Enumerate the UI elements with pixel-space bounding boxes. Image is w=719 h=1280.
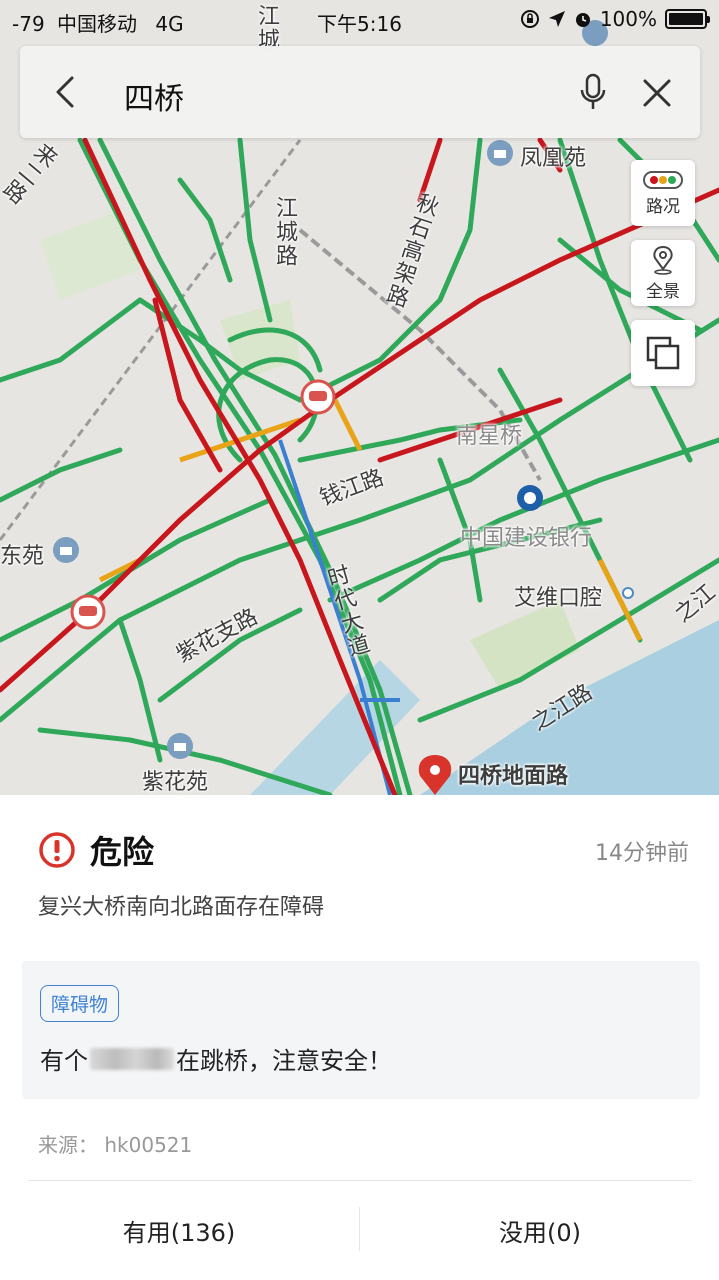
danger-icon: [39, 832, 75, 868]
back-arrow-icon[interactable]: [48, 74, 84, 110]
event-tag: 障碍物: [40, 985, 120, 1022]
traffic-camera-marker: [70, 594, 106, 630]
poi-label-siqiao-ground-road[interactable]: 四桥地面路: [458, 758, 568, 790]
poi-label-ccb[interactable]: 中国建设银行: [460, 520, 592, 552]
road-label-jiangcheng: 江城路: [272, 196, 297, 268]
traffic-toggle-button[interactable]: 路况: [631, 160, 695, 226]
battery-icon: [665, 9, 710, 29]
poi-label-aiwei-dental[interactable]: 艾维口腔: [514, 580, 602, 612]
status-bar: -79 中国移动 4G 下午5:16 100%: [0, 0, 719, 40]
battery-percent: 100%: [599, 7, 657, 31]
event-source: 来源： hk00521: [38, 1133, 193, 1157]
event-time: 14分钟前: [595, 841, 689, 866]
event-header: 危险: [38, 827, 154, 873]
redacted-text: [90, 1047, 174, 1070]
event-report-card: 障碍物 有个 在跳桥，注意安全！: [22, 961, 700, 1099]
location-arrow-icon: [548, 11, 565, 27]
not-useful-button[interactable]: 没用(0): [361, 1195, 719, 1265]
alarm-icon: [575, 13, 590, 27]
button-divider: [359, 1207, 360, 1251]
residential-icon: [53, 537, 79, 563]
overview-button[interactable]: 全景: [631, 240, 695, 306]
poi-label-nanxingqiao[interactable]: 南星桥: [456, 418, 522, 450]
residential-icon: [487, 140, 513, 166]
divider: [28, 1180, 692, 1181]
poi-label-fenghuangyuan[interactable]: 凤凰苑: [520, 140, 586, 172]
rotation-lock-icon: [520, 10, 539, 28]
traffic-camera-marker: [300, 379, 336, 415]
traffic-light-icon: [643, 170, 683, 189]
useful-button[interactable]: 有用(136): [0, 1195, 358, 1265]
layers-icon: [646, 336, 680, 370]
event-description: 复兴大桥南向北路面存在障碍: [38, 895, 325, 920]
traffic-label: 路况: [646, 196, 680, 217]
poi-label-dongyuan[interactable]: 东苑: [0, 538, 44, 570]
layers-button[interactable]: [631, 320, 695, 386]
search-bar[interactable]: 四桥: [20, 46, 700, 138]
bank-icon: [517, 485, 543, 511]
microphone-icon[interactable]: [578, 72, 608, 112]
overview-pin-icon: [653, 245, 673, 275]
residential-icon: [167, 733, 193, 759]
event-message-suffix: 在跳桥，注意安全！: [176, 1047, 392, 1075]
overview-label: 全景: [646, 281, 680, 302]
poi-label-zihuayuan[interactable]: 紫花苑: [142, 764, 208, 795]
status-right: 100%: [520, 7, 710, 31]
event-detail-panel: 危险 14分钟前 复兴大桥南向北路面存在障碍 障碍物 有个 在跳桥，注意安全！ …: [0, 795, 719, 1280]
search-query[interactable]: 四桥: [124, 74, 184, 118]
event-message-prefix: 有个: [40, 1047, 88, 1075]
event-title: 危险: [90, 833, 155, 871]
close-icon[interactable]: [640, 76, 674, 110]
event-message: 有个 在跳桥，注意安全！: [40, 1041, 392, 1076]
